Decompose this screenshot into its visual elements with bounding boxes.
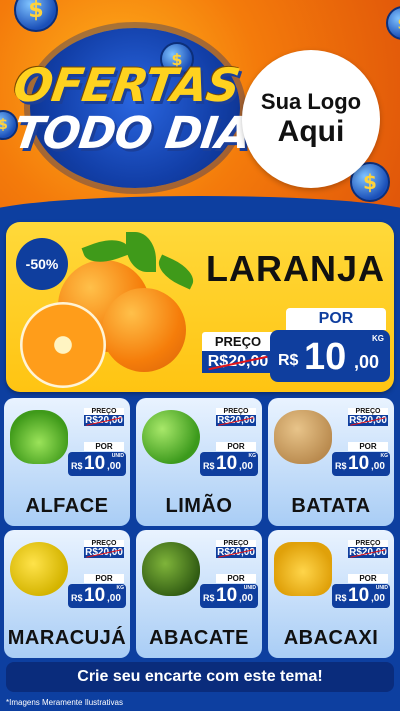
new-price-box: R$ 10 ,00 UNID [68, 452, 126, 476]
price-decimal: ,00 [354, 352, 380, 372]
currency: R$ [203, 461, 215, 471]
currency: R$ [71, 593, 83, 603]
old-price-box: PREÇO R$20,00 [216, 408, 256, 426]
logo-placeholder[interactable]: Sua Logo Aqui [242, 50, 380, 188]
price-unit: KG [380, 453, 389, 459]
por-label: POR [348, 574, 388, 583]
passion-fruit-icon [10, 542, 68, 596]
price-decimal: ,00 [107, 593, 121, 604]
product-name: MARACUJÁ [7, 627, 127, 649]
new-price-box: R$ 10 ,00 KG [332, 452, 390, 476]
price-unit: UNID [243, 585, 256, 591]
preco-label: PREÇO [348, 408, 388, 415]
page-title-line2: TODO DIA [10, 108, 254, 159]
price-unit: UNID [375, 585, 388, 591]
header-wave [0, 196, 400, 212]
price-integer: 10 [348, 453, 370, 474]
pineapple-icon [274, 542, 332, 596]
new-price-box: R$ 10 ,00 KG [200, 452, 258, 476]
currency: R$ [278, 352, 299, 369]
old-price-box: PREÇO R$20,00 [84, 408, 124, 426]
por-label: POR [348, 442, 388, 451]
por-label: POR [216, 442, 256, 451]
new-price-box: R$ 10 ,00 KG [270, 330, 390, 382]
coin-icon: $ [386, 6, 400, 40]
old-price-box: PREÇO R$20,00 [348, 540, 388, 558]
disclaimer: *Imagens Meramente Ilustrativas [6, 698, 123, 707]
price-integer: 10 [348, 585, 370, 606]
price-unit: KG [372, 334, 384, 343]
old-price-box: PREÇO R$20,00 [348, 408, 388, 426]
product-card[interactable]: PREÇO R$20,00 POR R$ 10 ,00 KG LIMÃO [136, 398, 262, 526]
por-label: POR [286, 308, 386, 330]
old-price: R$20,00 [348, 547, 388, 558]
price-decimal: ,00 [239, 593, 253, 604]
logo-text-line1: Sua Logo [260, 89, 362, 114]
new-price-box: R$ 10 ,00 UNID [332, 584, 390, 608]
old-price: R$20,00 [216, 415, 256, 426]
product-card[interactable]: PREÇO R$20,00 POR R$ 10 ,00 UNID ALFACE [4, 398, 130, 526]
price-unit: KG [248, 453, 257, 459]
new-price-box: R$ 10 ,00 KG [68, 584, 126, 608]
new-price-box: R$ 10 ,00 UNID [200, 584, 258, 608]
price-integer: 10 [304, 336, 347, 378]
preco-label: PREÇO [202, 332, 274, 351]
preco-label: PREÇO [84, 408, 124, 415]
preco-label: PREÇO [216, 540, 256, 547]
preco-label: PREÇO [216, 408, 256, 415]
price-decimal: ,00 [371, 461, 385, 472]
product-name: ABACATE [149, 627, 249, 649]
old-price: R$20,00 [216, 547, 256, 558]
logo-text-line2: Aqui [277, 115, 345, 148]
preco-label: PREÇO [348, 540, 388, 547]
lime-icon [142, 410, 200, 464]
page-title-line1: OFERTAS [10, 58, 243, 112]
price-decimal: ,00 [107, 461, 121, 472]
potato-icon [274, 410, 332, 464]
old-price: R$20,00 [84, 415, 124, 426]
currency: R$ [335, 461, 347, 471]
cta-button[interactable]: Crie seu encarte com este tema! [6, 662, 394, 692]
discount-badge: -50% [16, 238, 68, 290]
product-card[interactable]: PREÇO R$20,00 POR R$ 10 ,00 KG MARACUJÁ [4, 530, 130, 658]
product-name: ABACAXI [283, 627, 379, 649]
por-label: POR [216, 574, 256, 583]
coin-icon: $ [14, 0, 58, 32]
featured-product-card[interactable]: -50% LARANJA PREÇO R$20,00 POR R$ 10 ,00… [6, 222, 394, 392]
avocado-icon [142, 542, 200, 596]
price-decimal: ,00 [371, 593, 385, 604]
featured-product-name: LARANJA [206, 248, 386, 289]
header-banner: $ $ $ $ $ OFERTAS TODO DIA Sua Logo Aqui [0, 0, 400, 212]
product-name: LIMÃO [165, 495, 233, 517]
currency: R$ [203, 593, 215, 603]
price-integer: 10 [216, 453, 238, 474]
old-price-box: PREÇO R$20,00 [216, 540, 256, 558]
leaf-icon [126, 232, 156, 272]
old-price-box: PREÇO R$20,00 [84, 540, 124, 558]
currency: R$ [71, 461, 83, 471]
price-unit: UNID [111, 453, 124, 459]
product-name: ALFACE [25, 495, 109, 517]
product-card[interactable]: PREÇO R$20,00 POR R$ 10 ,00 UNID ABACAXI [268, 530, 394, 658]
old-price: R$20,00 [348, 415, 388, 426]
price-integer: 10 [84, 585, 106, 606]
leaf-icon [153, 254, 199, 290]
price-integer: 10 [84, 453, 106, 474]
currency: R$ [335, 593, 347, 603]
product-name: BATATA [291, 495, 371, 517]
lettuce-icon [10, 410, 68, 464]
price-integer: 10 [216, 585, 238, 606]
price-decimal: ,00 [239, 461, 253, 472]
old-price: R$20,00 [202, 351, 274, 373]
preco-label: PREÇO [84, 540, 124, 547]
orange-slice-icon [20, 302, 106, 388]
orange-icon [102, 288, 186, 372]
por-label: POR [84, 574, 124, 583]
por-label: POR [84, 442, 124, 451]
product-card[interactable]: PREÇO R$20,00 POR R$ 10 ,00 KG BATATA [268, 398, 394, 526]
old-price-box: PREÇO R$20,00 [202, 332, 274, 378]
product-card[interactable]: PREÇO R$20,00 POR R$ 10 ,00 UNID ABACATE [136, 530, 262, 658]
price-unit: KG [116, 585, 125, 591]
old-price: R$20,00 [84, 547, 124, 558]
